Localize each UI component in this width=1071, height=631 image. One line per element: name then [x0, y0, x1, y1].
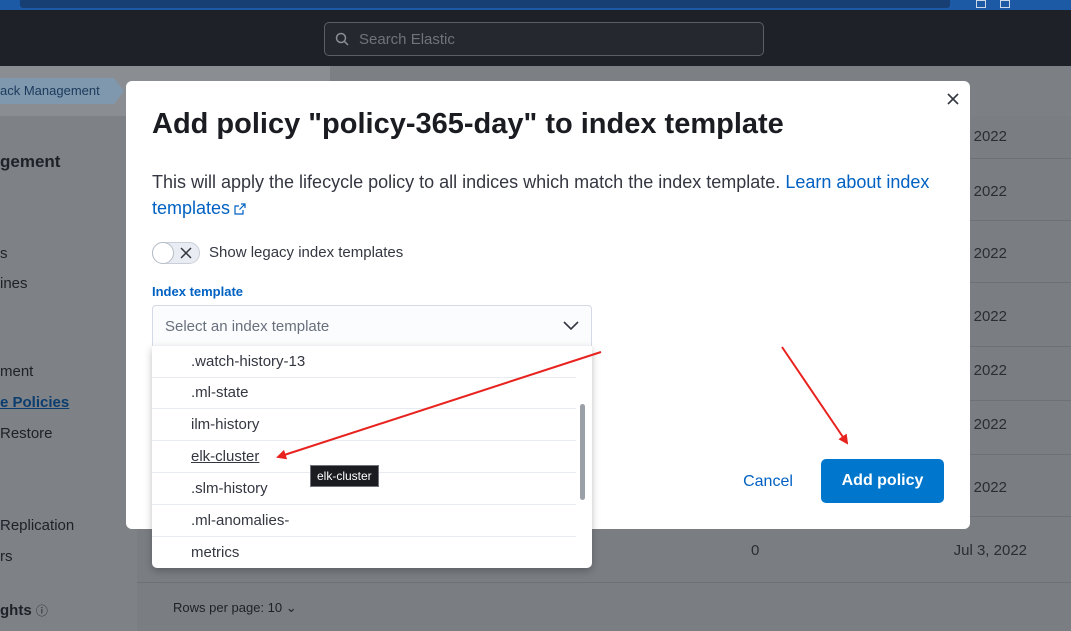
option-item[interactable]: metrics	[152, 537, 576, 568]
option-item[interactable]: .watch-history-13	[152, 346, 576, 378]
cancel-button[interactable]: Cancel	[726, 460, 810, 504]
description-text: This will apply the lifecycle policy to …	[152, 172, 781, 192]
modal-description: This will apply the lifecycle policy to …	[152, 169, 942, 221]
breadcrumb-item-stack-management[interactable]: ack Management	[0, 78, 124, 104]
index-template-label: Index template	[152, 284, 244, 299]
index-template-options: .watch-history-13 .ml-state ilm-history …	[152, 346, 592, 568]
option-item[interactable]: .ml-anomalies-	[152, 505, 576, 537]
chevron-down-icon: ⌄	[285, 600, 297, 615]
rows-per-page-selector[interactable]: Rows per page: 10 ⌄	[173, 600, 297, 616]
browser-address-strip	[0, 0, 1071, 10]
table-cell-date: 2022	[973, 183, 1007, 200]
dropdown-scrollbar[interactable]	[580, 404, 585, 500]
table-cell-date: Jul 3, 2022	[953, 542, 1027, 559]
close-icon	[180, 247, 192, 259]
index-template-select[interactable]: Select an index template	[152, 305, 592, 348]
chevron-down-icon	[563, 321, 579, 331]
sidebar-item[interactable]: Replication	[0, 517, 74, 534]
table-cell-date: 2022	[973, 128, 1007, 145]
toggle-knob	[152, 242, 174, 264]
help-icon: ⓘ	[35, 604, 48, 618]
sidebar-item[interactable]: ment	[0, 363, 33, 380]
external-link-icon	[234, 203, 246, 215]
sidebar: gement s ines ment e Policies Restore Re…	[0, 116, 137, 631]
close-icon[interactable]	[944, 90, 962, 108]
search-placeholder: Search Elastic	[359, 31, 455, 48]
sidebar-item[interactable]: Restore	[0, 425, 53, 442]
table-cell-date: 2022	[973, 308, 1007, 325]
table-cell-date: 2022	[973, 245, 1007, 262]
url-bar[interactable]	[20, 0, 950, 8]
sidebar-item-lifecycle-policies[interactable]: e Policies	[0, 394, 69, 411]
sidebar-heading: ghts ⓘ	[0, 602, 48, 619]
search-icon	[335, 32, 349, 46]
window-icon[interactable]	[1000, 0, 1010, 8]
row-divider	[137, 582, 1071, 583]
sidebar-heading: gement	[0, 152, 61, 171]
window-icon[interactable]	[976, 0, 986, 8]
modal-title: Add policy "policy-365-day" to index tem…	[152, 108, 784, 140]
sidebar-item[interactable]: rs	[0, 548, 13, 565]
option-item[interactable]: ilm-history	[152, 409, 576, 441]
select-placeholder: Select an index template	[165, 318, 330, 335]
toggle-label: Show legacy index templates	[209, 244, 404, 261]
legacy-templates-toggle[interactable]	[152, 242, 200, 264]
search-input[interactable]: Search Elastic	[324, 22, 764, 56]
table-cell-date: 2022	[973, 479, 1007, 496]
add-policy-button[interactable]: Add policy	[821, 459, 944, 503]
sidebar-item[interactable]: ines	[0, 275, 28, 292]
top-nav-bar: Search Elastic	[0, 10, 1071, 66]
table-cell-date: 2022	[973, 362, 1007, 379]
table-cell-date: 2022	[973, 416, 1007, 433]
sidebar-item[interactable]: s	[0, 245, 8, 262]
option-item[interactable]: .ml-state	[152, 377, 576, 409]
option-tooltip: elk-cluster	[310, 465, 379, 487]
table-cell-count: 0	[751, 542, 760, 559]
